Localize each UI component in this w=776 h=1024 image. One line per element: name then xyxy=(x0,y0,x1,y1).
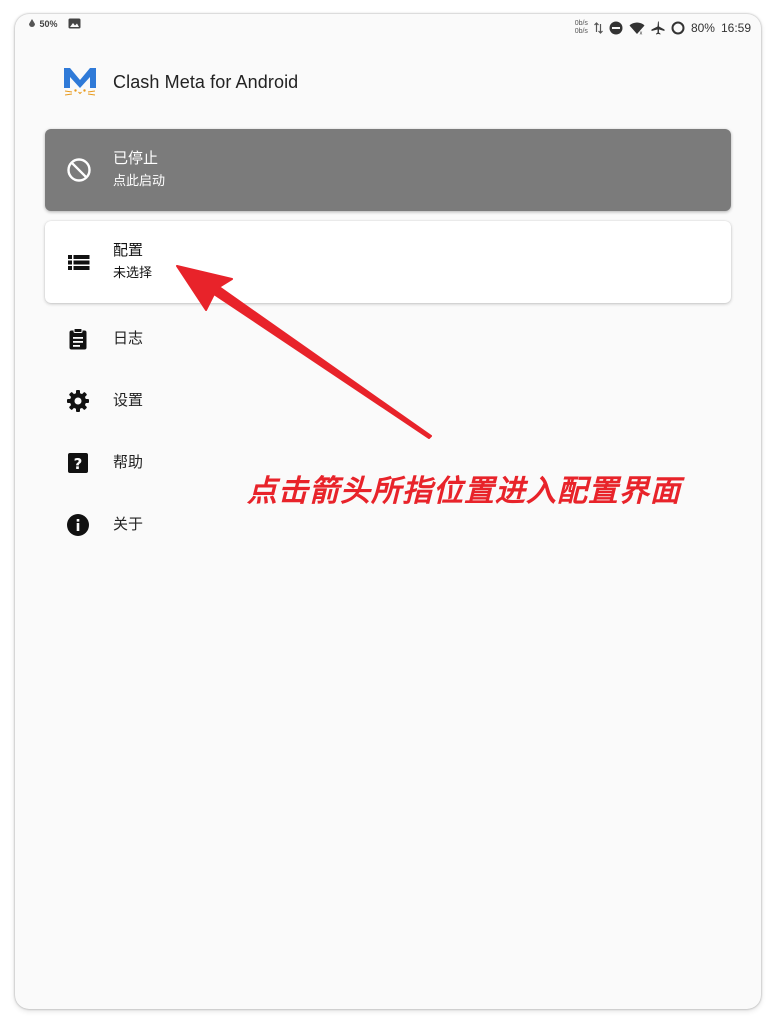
battery-saver-indicator: 50% xyxy=(27,18,58,29)
profiles-subtitle: 未选择 xyxy=(113,265,153,280)
menu-label-logs: 日志 xyxy=(113,330,144,347)
net-speed-up: 0b/s xyxy=(574,20,588,27)
status-subtitle: 点此启动 xyxy=(113,173,166,188)
clash-meta-logo-icon xyxy=(64,68,96,96)
proxy-status-card[interactable]: 已停止 点此启动 xyxy=(45,129,731,211)
profiles-title: 配置 xyxy=(113,242,144,259)
app-title: Clash Meta for Android xyxy=(113,71,299,92)
drop-icon xyxy=(29,18,35,27)
stopped-icon xyxy=(67,158,91,182)
info-icon xyxy=(67,514,89,536)
image-notification-icon xyxy=(68,18,81,29)
app-header: Clash Meta for Android xyxy=(61,64,298,100)
menu-label-about: 关于 xyxy=(113,516,144,533)
battery-ring-icon xyxy=(671,21,685,35)
battery-saver-text: 50% xyxy=(39,18,58,29)
list-icon xyxy=(68,255,90,270)
help-icon: ? xyxy=(68,453,88,473)
menu-item-logs[interactable]: 日志 xyxy=(45,311,731,367)
net-speed-down: 0b/s xyxy=(574,28,588,35)
device-screen: 50% 0b/s 0b/s x 80% 16:59 Clash Meta for… xyxy=(15,14,761,1009)
status-title: 已停止 xyxy=(113,150,159,167)
menu-label-help: 帮助 xyxy=(113,454,144,471)
svg-text:?: ? xyxy=(74,455,83,473)
profiles-card[interactable]: 配置 未选择 xyxy=(45,221,731,303)
battery-percent: 80% xyxy=(690,21,715,35)
do-not-disturb-icon xyxy=(609,21,623,35)
menu-item-settings[interactable]: 设置 xyxy=(45,373,731,429)
clipboard-icon xyxy=(69,328,87,350)
status-bar: 50% 0b/s 0b/s x 80% 16:59 xyxy=(15,14,761,42)
gear-icon xyxy=(67,390,89,412)
svg-text:x: x xyxy=(639,30,642,35)
wifi-icon: x xyxy=(629,22,645,35)
menu-label-settings: 设置 xyxy=(113,392,144,409)
annotation-text: 点击箭头所指位置进入配置界面 xyxy=(247,474,681,509)
data-transfer-icon xyxy=(594,22,603,34)
net-speed: 0b/s 0b/s xyxy=(575,20,588,36)
airplane-mode-icon xyxy=(651,21,665,35)
clock: 16:59 xyxy=(720,21,751,35)
